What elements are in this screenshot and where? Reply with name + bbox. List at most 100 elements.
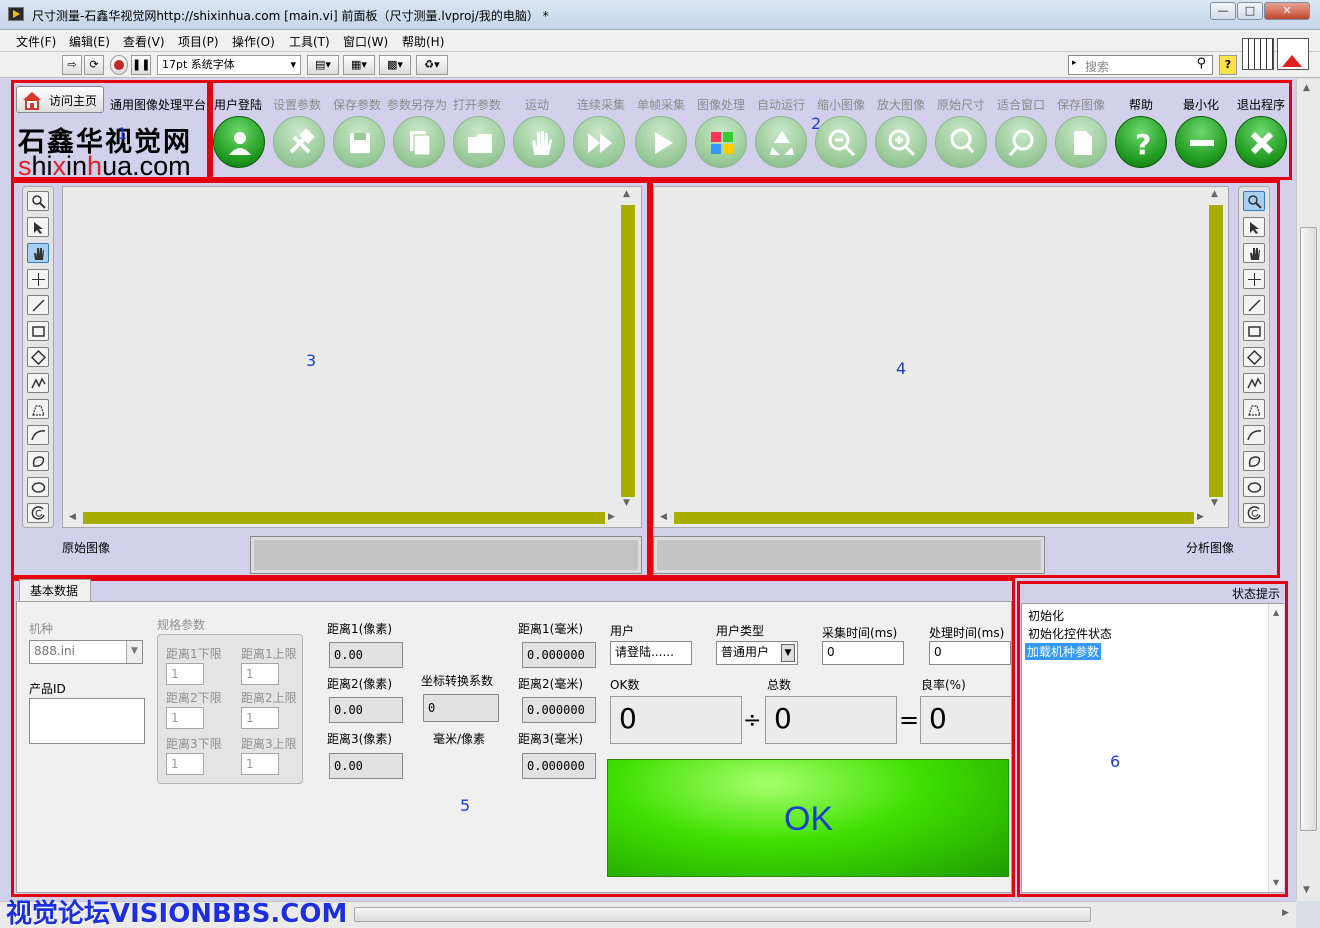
polyline-tool-button[interactable] (1243, 373, 1265, 393)
scroll-down-arrow-icon[interactable]: ▼ (1273, 878, 1279, 887)
abort-button[interactable] (110, 55, 128, 75)
dist3-lower-input[interactable]: 1 (166, 753, 204, 775)
function-button[interactable] (1055, 116, 1107, 168)
distribute-objects-button[interactable]: ▦▾ (343, 55, 375, 75)
font-select[interactable]: 17pt 系统字体 ▾ (157, 55, 301, 75)
function-button[interactable] (213, 116, 265, 168)
rectangle-tool-button[interactable] (27, 321, 49, 341)
menu-view[interactable]: 查看(V) (123, 33, 165, 50)
freehand-region-tool-button[interactable] (1243, 451, 1265, 471)
function-button[interactable] (1175, 116, 1227, 168)
oval-tool-button[interactable] (27, 477, 49, 497)
context-help-button[interactable]: ? (1219, 55, 1237, 75)
menu-edit[interactable]: 编辑(E) (69, 33, 110, 50)
point-tool-button[interactable] (27, 269, 49, 289)
status-listbox[interactable]: 初始化 初始化控件状态 加载机种参数 ▲ ▼ 6 (1021, 603, 1284, 893)
freehand-region-tool-button[interactable] (27, 451, 49, 471)
rotated-rect-tool-button[interactable] (1243, 347, 1265, 367)
analysis-vertical-scrollbar[interactable] (1209, 205, 1223, 497)
status-item-selected[interactable]: 加载机种参数 (1025, 643, 1102, 660)
dropdown-arrow-icon[interactable]: ▼ (126, 641, 142, 663)
scroll-up-arrow-icon[interactable]: ▲ (623, 189, 630, 199)
pause-button[interactable]: ❚❚ (131, 55, 151, 75)
function-button[interactable] (573, 116, 625, 168)
freehand-line-tool-button[interactable] (1243, 425, 1265, 445)
function-button[interactable] (273, 116, 325, 168)
menu-help[interactable]: 帮助(H) (402, 33, 444, 50)
menu-project[interactable]: 项目(P) (178, 33, 219, 50)
scroll-up-arrow-icon[interactable]: ▲ (1273, 608, 1279, 617)
search-input[interactable]: ▸ 搜索 ⚲ (1068, 55, 1213, 75)
selection-arrow-button[interactable] (1243, 217, 1265, 237)
scroll-down-arrow-icon[interactable]: ▼ (1211, 498, 1218, 508)
maximize-window-button[interactable]: □ (1237, 2, 1263, 20)
dist1-lower-input[interactable]: 1 (166, 663, 204, 685)
dist1-upper-input[interactable]: 1 (241, 663, 279, 685)
dist3-upper-input[interactable]: 1 (241, 753, 279, 775)
rotated-rect-tool-button[interactable] (27, 347, 49, 367)
arc-tool-button[interactable] (27, 503, 49, 523)
function-button[interactable] (755, 116, 807, 168)
line-tool-button[interactable] (1243, 295, 1265, 315)
selection-arrow-button[interactable] (27, 217, 49, 237)
function-button[interactable] (513, 116, 565, 168)
function-button[interactable] (635, 116, 687, 168)
zoom-tool-button[interactable] (1243, 191, 1265, 211)
status-item[interactable]: 初始化 (1028, 607, 1064, 624)
minimize-window-button[interactable]: — (1210, 2, 1236, 20)
original-horizontal-scrollbar[interactable] (83, 512, 605, 524)
menu-operate[interactable]: 操作(O) (232, 33, 275, 50)
model-select[interactable]: 888.ini ▼ (29, 640, 143, 664)
panel-horizontal-scroll-thumb[interactable] (354, 907, 1091, 922)
pan-hand-button[interactable] (27, 243, 49, 263)
scroll-left-arrow-icon[interactable]: ◀ (69, 512, 76, 522)
original-vertical-scrollbar[interactable] (621, 205, 635, 497)
run-arrow-button[interactable]: ⇨ (62, 55, 82, 75)
scroll-up-arrow-icon[interactable]: ▲ (1303, 83, 1310, 93)
function-button[interactable] (995, 116, 1047, 168)
status-scrollbar[interactable]: ▲ ▼ (1268, 604, 1284, 892)
arc-tool-button[interactable] (1243, 503, 1265, 523)
function-button[interactable] (333, 116, 385, 168)
rectangle-tool-button[interactable] (1243, 321, 1265, 341)
analysis-horizontal-scrollbar[interactable] (674, 512, 1194, 524)
tab-basic-data[interactable]: 基本数据 (19, 579, 91, 601)
scroll-left-arrow-icon[interactable]: ◀ (660, 512, 667, 522)
scroll-down-arrow-icon[interactable]: ▼ (623, 498, 630, 508)
run-continuously-button[interactable]: ⟳ (84, 55, 104, 75)
function-button[interactable] (453, 116, 505, 168)
scroll-up-arrow-icon[interactable]: ▲ (1211, 189, 1218, 199)
original-image-display[interactable]: ▲ ▼ ◀ ▶ 3 (62, 186, 642, 528)
user-type-select[interactable]: 普通用户 ▼ (716, 641, 798, 665)
scroll-right-arrow-icon[interactable]: ▶ (1197, 512, 1204, 522)
annulus-tool-button[interactable] (1243, 399, 1265, 419)
menu-tools[interactable]: 工具(T) (289, 33, 330, 50)
function-button[interactable] (935, 116, 987, 168)
scroll-right-arrow-icon[interactable]: ▶ (1282, 908, 1289, 918)
panel-vertical-scroll-thumb[interactable] (1300, 227, 1317, 831)
function-button[interactable]: ? (1115, 116, 1167, 168)
line-tool-button[interactable] (27, 295, 49, 315)
function-button[interactable] (1235, 116, 1287, 168)
function-button[interactable] (393, 116, 445, 168)
align-objects-button[interactable]: ▤▾ (307, 55, 339, 75)
connector-pane-icon[interactable] (1242, 38, 1274, 70)
annulus-tool-button[interactable] (27, 399, 49, 419)
scroll-right-arrow-icon[interactable]: ▶ (608, 512, 615, 522)
product-id-field[interactable] (29, 698, 145, 744)
menu-file[interactable]: 文件(F) (16, 33, 56, 50)
vi-icon[interactable] (1277, 38, 1309, 70)
search-icon[interactable]: ⚲ (1196, 56, 1206, 71)
dist2-upper-input[interactable]: 1 (241, 707, 279, 729)
reorder-button[interactable]: ♻▾ (416, 55, 448, 75)
function-button[interactable] (695, 116, 747, 168)
oval-tool-button[interactable] (1243, 477, 1265, 497)
resize-objects-button[interactable]: ▩▾ (379, 55, 411, 75)
scroll-down-arrow-icon[interactable]: ▼ (1303, 885, 1310, 895)
zoom-tool-button[interactable] (27, 191, 49, 211)
pan-hand-button[interactable] (1243, 243, 1265, 263)
dist2-lower-input[interactable]: 1 (166, 707, 204, 729)
point-tool-button[interactable] (1243, 269, 1265, 289)
status-item[interactable]: 初始化控件状态 (1028, 625, 1112, 642)
function-button[interactable] (875, 116, 927, 168)
